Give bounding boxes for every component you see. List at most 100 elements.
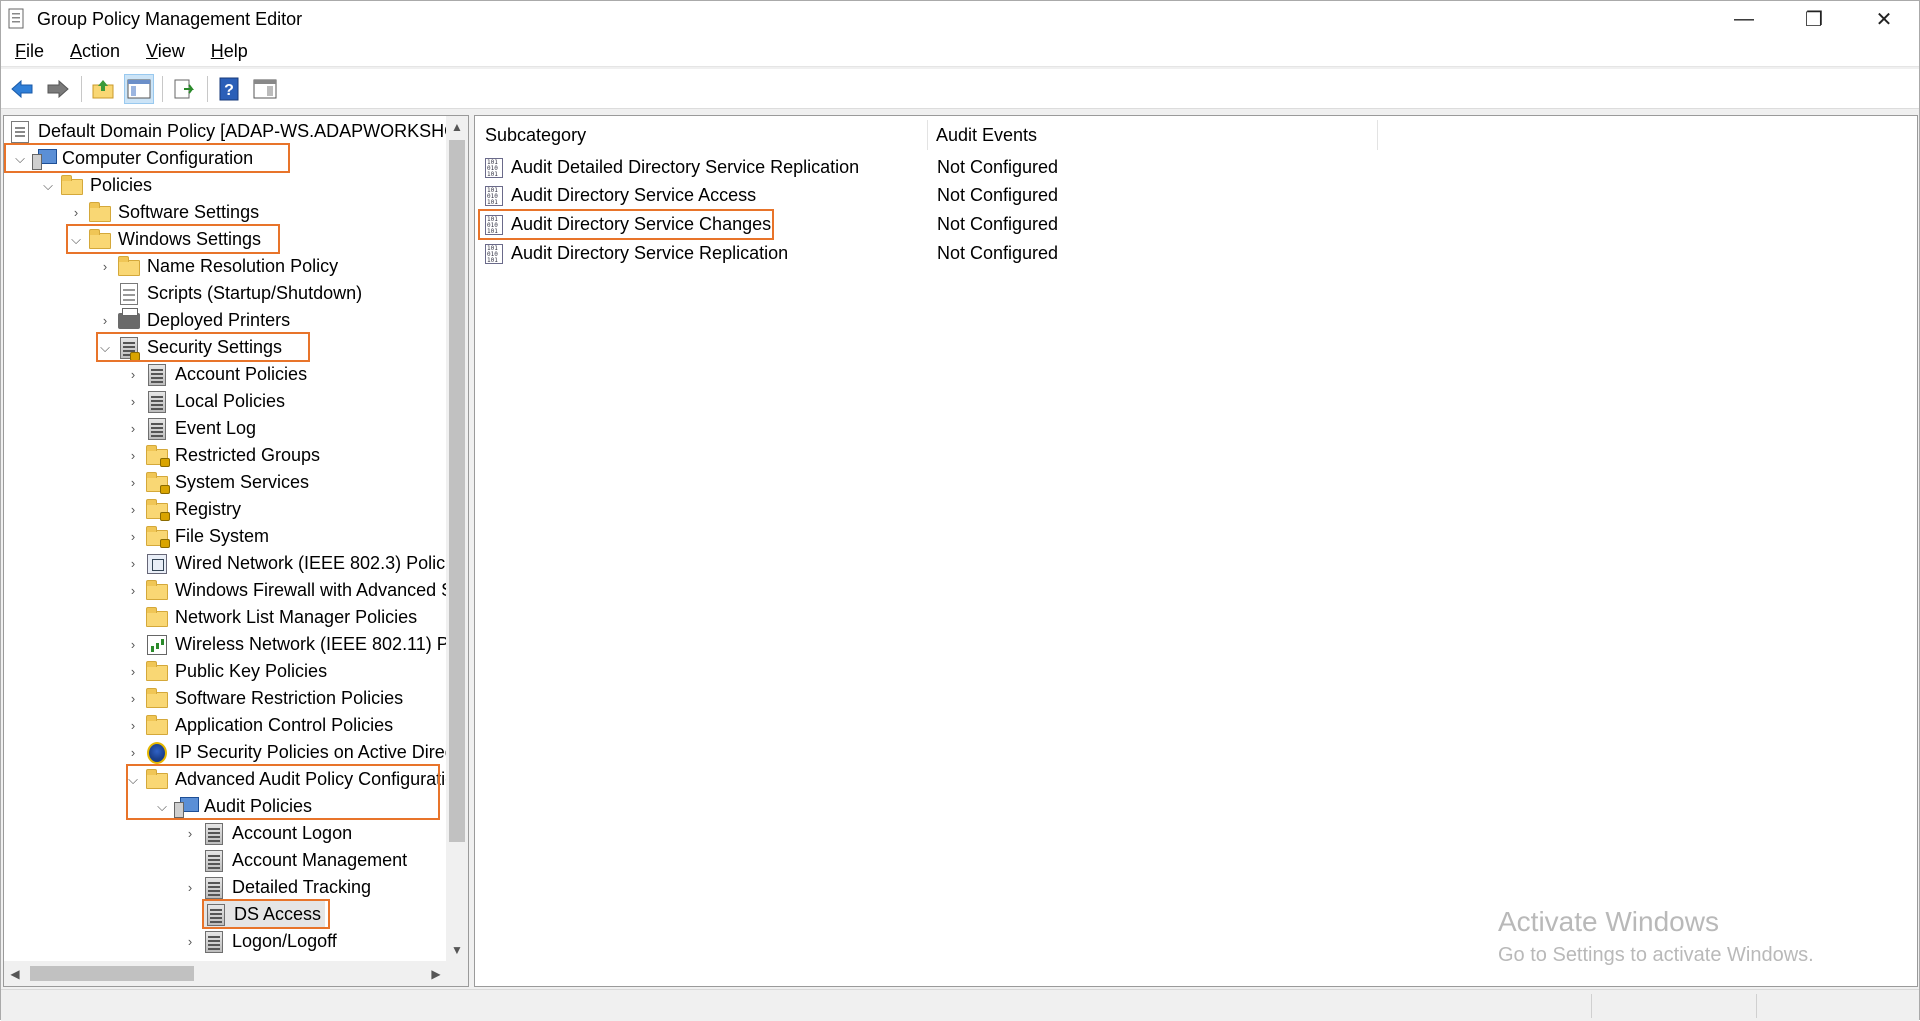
tree-item-registry[interactable]: › Registry [121,496,241,523]
column-divider[interactable] [927,120,928,150]
help-button[interactable]: ? [214,74,244,104]
chevron-right-icon[interactable]: › [121,577,145,604]
chevron-right-icon[interactable]: › [121,712,145,739]
chevron-down-icon[interactable]: ⌵ [150,793,174,820]
tree-item-wired-network[interactable]: › Wired Network (IEEE 802.3) Policies [121,550,447,577]
locked-folder-icon [146,499,170,521]
chevron-right-icon[interactable]: › [121,469,145,496]
close-button[interactable]: ✕ [1849,1,1919,37]
tree-item-event-log[interactable]: › Event Log [121,415,256,442]
scrollbar-corner [446,961,468,986]
tree-item-file-system[interactable]: › File System [121,523,269,550]
show-hide-tree-button[interactable] [124,73,154,104]
chevron-right-icon[interactable]: › [121,388,145,415]
tree-item-windows-settings[interactable]: ⌵ Windows Settings [64,226,261,253]
tree-item-audit-policies[interactable]: ⌵ Audit Policies [150,793,312,820]
policy-server-icon [205,822,223,845]
chevron-right-icon[interactable]: › [121,415,145,442]
tree-item-public-key-policies[interactable]: › Public Key Policies [121,658,327,685]
tree-item-ds-access[interactable]: DS Access [204,901,326,928]
tree-item-default-domain-policy[interactable]: Default Domain Policy [ADAP-WS.ADAPWORKS… [8,118,447,145]
tree-item-application-control[interactable]: › Application Control Policies [121,712,393,739]
tree-item-system-services[interactable]: › System Services [121,469,309,496]
chevron-right-icon[interactable]: › [178,928,202,955]
tree-item-windows-firewall[interactable]: › Windows Firewall with Advanced Securit… [121,577,447,604]
folder-icon [146,661,168,681]
chevron-down-icon[interactable]: ⌵ [8,145,32,172]
chevron-down-icon[interactable]: ⌵ [64,226,88,253]
folder-icon [89,229,111,249]
forward-button[interactable] [43,74,73,104]
tree-item-network-list-manager[interactable]: Network List Manager Policies [121,604,417,631]
show-hide-action-pane-button[interactable] [250,74,280,104]
export-list-button[interactable] [169,74,199,104]
menu-view[interactable]: View [132,41,197,62]
tree-item-scripts[interactable]: Scripts (Startup/Shutdown) [93,280,362,307]
forward-arrow-icon [47,79,69,98]
tree-item-account-policies[interactable]: › Account Policies [121,361,307,388]
tree-item-name-resolution-policy[interactable]: › Name Resolution Policy [93,253,338,280]
chevron-right-icon[interactable]: › [121,442,145,469]
back-button[interactable] [7,74,37,104]
column-header-subcategory[interactable]: Subcategory [485,116,925,154]
chevron-right-icon[interactable]: › [121,361,145,388]
scroll-thumb[interactable] [449,140,465,842]
tree-vertical-scrollbar[interactable]: ▲ ▼ [446,116,468,961]
chevron-right-icon[interactable]: › [93,253,117,280]
tree-item-software-settings[interactable]: › Software Settings [64,199,259,226]
chevron-right-icon[interactable]: › [178,874,202,901]
menu-action[interactable]: Action [56,41,132,62]
scroll-left-icon[interactable]: ◀ [4,961,26,986]
chevron-right-icon[interactable]: › [64,199,88,226]
restore-button[interactable]: ❐ [1779,1,1849,37]
scroll-thumb[interactable] [30,966,194,981]
chevron-right-icon[interactable]: › [121,739,145,766]
folder-icon [89,202,111,222]
tree-item-deployed-printers[interactable]: › Deployed Printers [93,307,290,334]
chevron-right-icon[interactable]: › [178,820,202,847]
status-separator [1756,994,1757,1018]
tree-item-account-management[interactable]: Account Management [178,847,407,874]
chevron-right-icon[interactable]: › [121,631,145,658]
tree-item-detailed-tracking[interactable]: › Detailed Tracking [178,874,371,901]
list-item[interactable]: 101 010 101 Audit Detailed Directory Ser… [475,154,1058,181]
tree-horizontal-scrollbar[interactable]: ◀ ▶ [4,961,447,986]
list-item[interactable]: 101 010 101 Audit Directory Service Chan… [475,211,1058,238]
chevron-right-icon[interactable]: › [121,523,145,550]
security-settings-icon [120,336,140,361]
chevron-down-icon[interactable]: ⌵ [93,334,117,361]
minimize-button[interactable]: — [1709,1,1779,37]
up-folder-icon [92,79,114,98]
chevron-right-icon[interactable]: › [93,307,117,334]
chevron-right-icon[interactable]: › [121,685,145,712]
list-item[interactable]: 101 010 101 Audit Directory Service Repl… [475,240,1058,267]
locked-folder-icon [146,445,170,467]
tree-item-policies[interactable]: ⌵ Policies [36,172,152,199]
scroll-down-icon[interactable]: ▼ [446,939,468,961]
column-header-audit-events[interactable]: Audit Events [936,116,1336,154]
chevron-down-icon[interactable]: ⌵ [36,172,60,199]
tree-item-advanced-audit-policy[interactable]: ⌵ Advanced Audit Policy Configuration [121,766,447,793]
tree-item-software-restriction[interactable]: › Software Restriction Policies [121,685,403,712]
up-one-level-button[interactable] [88,74,118,104]
chevron-down-icon[interactable]: ⌵ [121,766,145,793]
tree-item-ip-security[interactable]: › IP Security Policies on Active Directo… [121,739,447,766]
tree-item-local-policies[interactable]: › Local Policies [121,388,285,415]
minimize-icon: — [1734,7,1754,30]
tree-item-logon-logoff[interactable]: › Logon/Logoff [178,928,337,955]
scroll-up-icon[interactable]: ▲ [446,116,468,138]
chevron-right-icon[interactable]: › [121,658,145,685]
scroll-right-icon[interactable]: ▶ [425,961,447,986]
list-item[interactable]: 101 010 101 Audit Directory Service Acce… [475,182,1058,209]
tree-item-security-settings[interactable]: ⌵ Security Settings [93,334,282,361]
policy-document-icon [11,120,29,143]
chevron-right-icon[interactable]: › [121,550,145,577]
tree-item-computer-configuration[interactable]: ⌵ Computer Configuration [8,145,253,172]
menu-file[interactable]: File [1,41,56,62]
menu-help[interactable]: Help [197,41,260,62]
tree-item-restricted-groups[interactable]: › Restricted Groups [121,442,320,469]
tree-item-account-logon[interactable]: › Account Logon [178,820,352,847]
chevron-right-icon[interactable]: › [121,496,145,523]
tree-item-wireless-network[interactable]: › Wireless Network (IEEE 802.11) Policie… [121,631,447,658]
column-divider[interactable] [1377,120,1378,150]
